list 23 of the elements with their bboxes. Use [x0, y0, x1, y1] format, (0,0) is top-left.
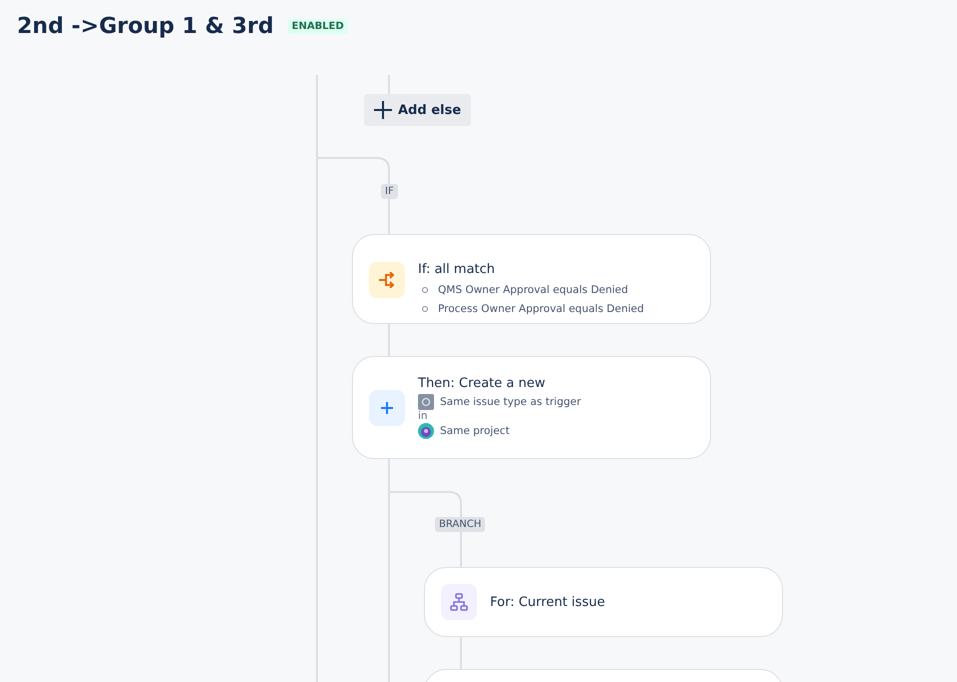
card-title: Then: Create a new — [418, 376, 546, 391]
issue-type-text: Same issue type as trigger — [440, 396, 581, 408]
condition-text: QMS Owner Approval equals Denied — [438, 284, 628, 296]
bullet-icon — [422, 306, 428, 312]
hierarchy-icon — [441, 584, 477, 620]
plus-icon — [369, 390, 405, 426]
condition-text: Process Owner Approval equals Denied — [438, 302, 644, 314]
project-avatar-icon — [418, 423, 434, 439]
issue-type-icon — [418, 394, 434, 410]
branch-card[interactable]: For: Current issue — [424, 567, 783, 637]
project-text: Same project — [440, 425, 510, 437]
status-badge: ENABLED — [288, 19, 348, 34]
branch-label: BRANCH — [435, 517, 486, 532]
add-else-button[interactable]: Add else — [364, 94, 472, 126]
action-card[interactable]: Then: Create a new Same issue type as trigger in Same project — [352, 356, 711, 459]
joiner-text: in — [418, 410, 429, 422]
condition-card[interactable]: If: all match QMS Owner Approval equals Denied Process Owner Approval equals Denied — [352, 234, 711, 324]
card-title: If: all match — [418, 262, 496, 277]
if-label: IF — [381, 184, 398, 199]
plus-icon — [374, 101, 392, 119]
bullet-icon — [422, 286, 428, 292]
card-title: For: Current issue — [490, 594, 605, 610]
page-title: 2nd ->Group 1 & 3rd — [17, 14, 274, 39]
